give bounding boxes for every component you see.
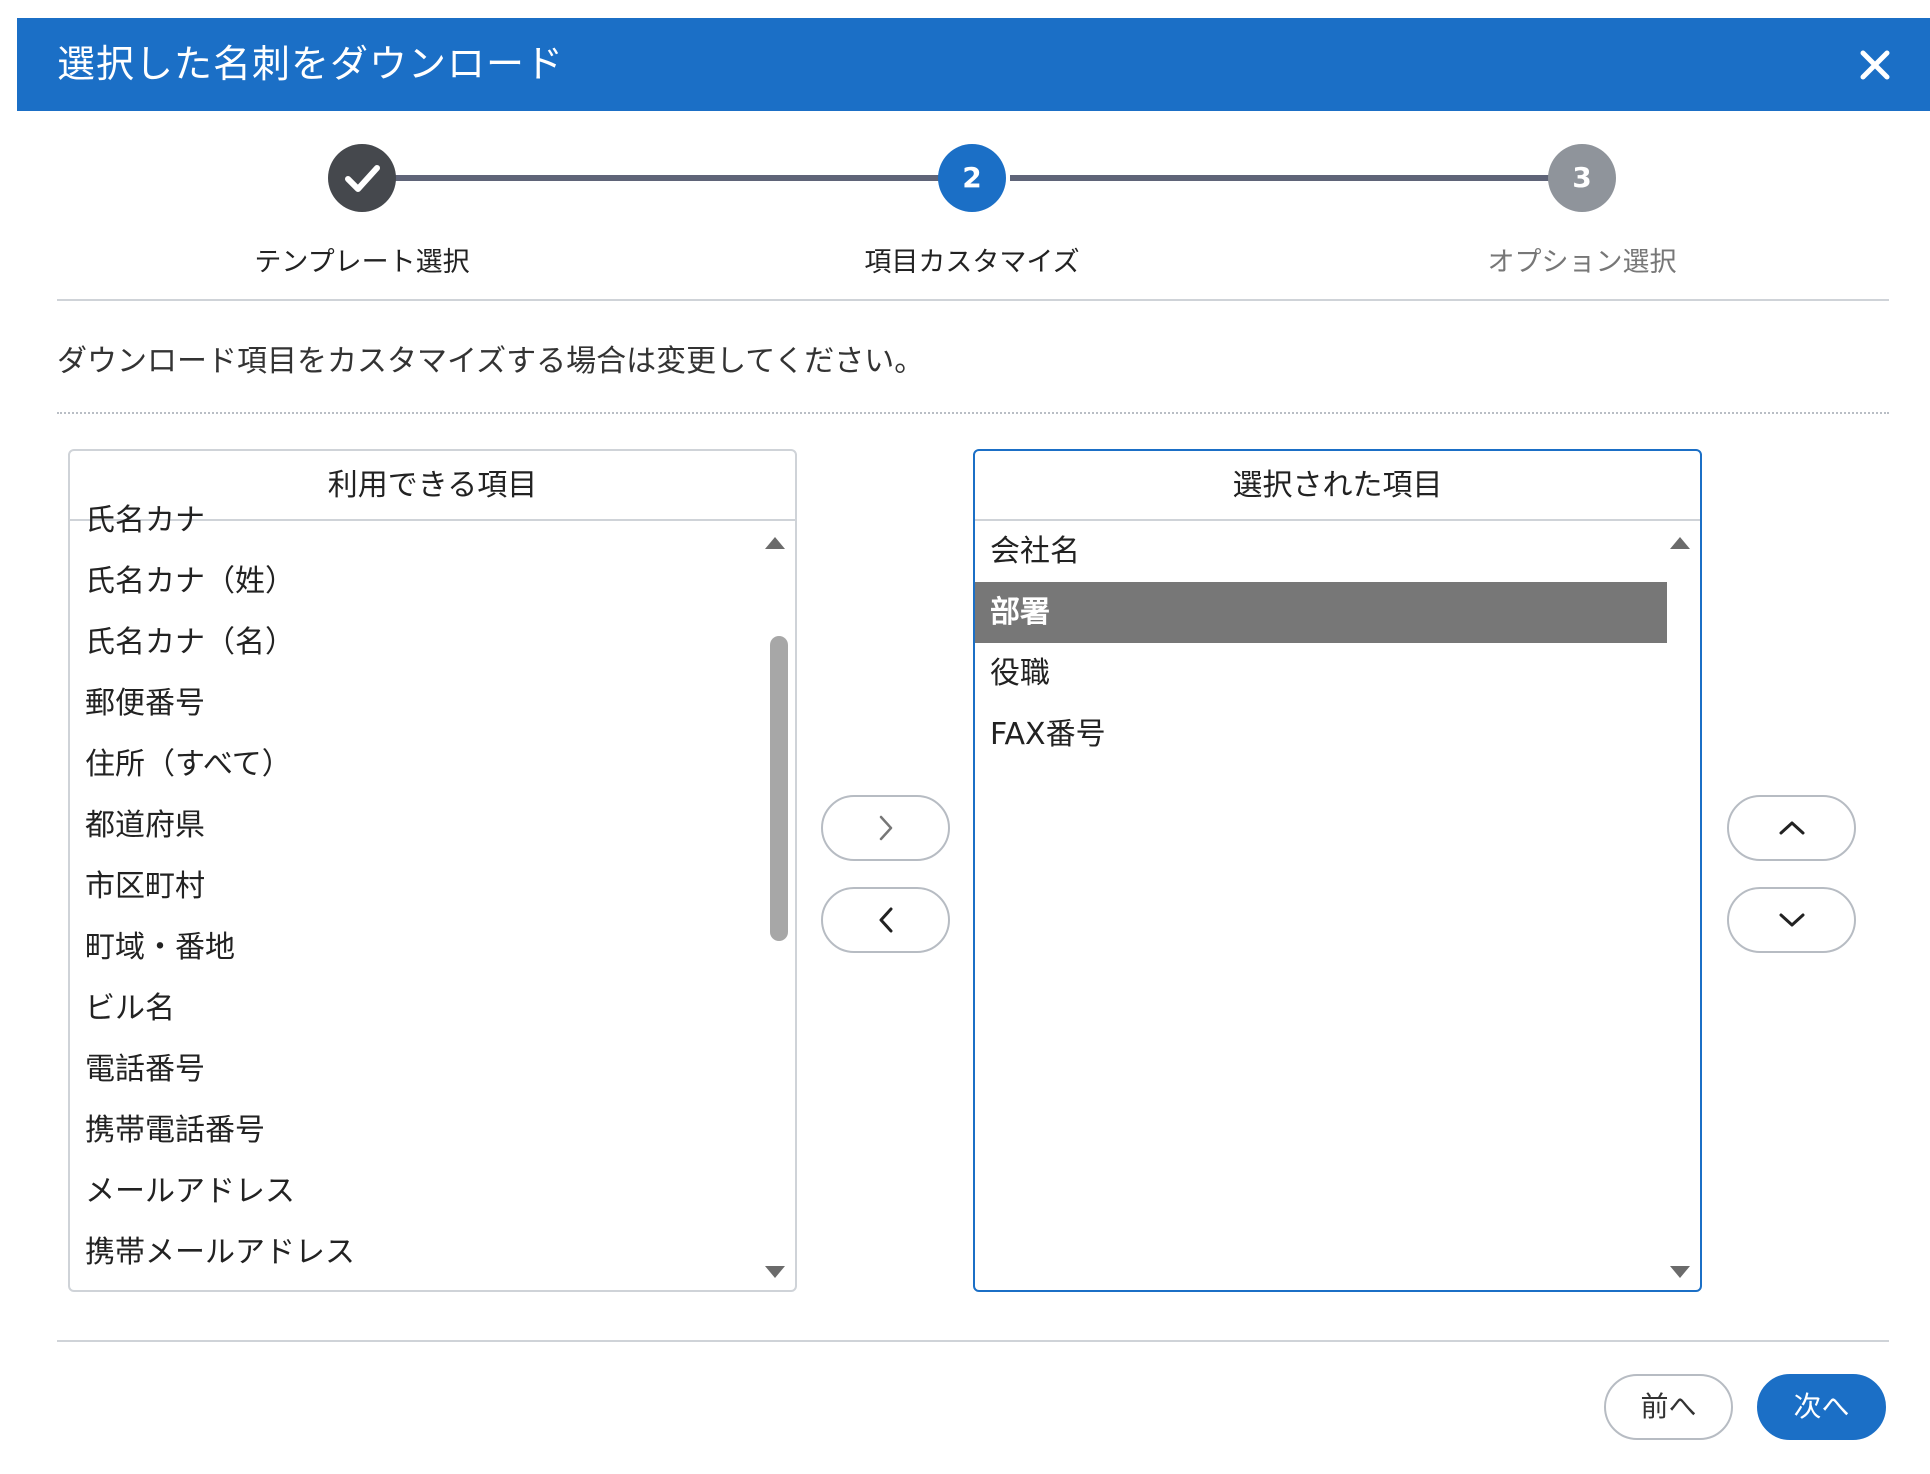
selected-items-title: 選択された項目 <box>975 451 1700 521</box>
scroll-up-arrow-icon[interactable] <box>765 537 785 549</box>
stepper-line-2 <box>1010 175 1560 181</box>
available-items: 氏名カナ 氏名カナ（姓） 氏名カナ（名） 郵便番号 住所（すべて） 都道府県 市… <box>70 506 795 1283</box>
list-item[interactable]: メールアドレス <box>70 1161 795 1222</box>
chevron-left-icon <box>879 907 892 933</box>
list-item[interactable]: 電話番号 <box>70 1039 795 1100</box>
step-3-marker: 3 <box>1548 144 1616 212</box>
list-item[interactable]: ビル名 <box>70 978 795 1039</box>
scroll-down-arrow-icon[interactable] <box>765 1266 785 1278</box>
list-item[interactable]: 氏名カナ（名） <box>70 612 795 673</box>
step-1-label: テンプレート選択 <box>254 247 470 278</box>
stepper-line-1 <box>395 175 945 181</box>
move-up-button[interactable] <box>1727 795 1856 861</box>
list-item[interactable]: 住所（すべて） <box>70 734 795 795</box>
list-item[interactable]: 郵便番号 <box>70 673 795 734</box>
list-item[interactable]: 氏名カナ（姓） <box>70 551 795 612</box>
dialog-header: 選択した名刺をダウンロード <box>17 18 1930 111</box>
prev-button[interactable]: 前へ <box>1604 1374 1733 1440</box>
dialog-title: 選択した名刺をダウンロード <box>57 42 565 86</box>
divider-dotted <box>57 412 1889 414</box>
move-right-button[interactable] <box>821 795 950 861</box>
selected-items-list[interactable]: 選択された項目 会社名 部署 役職 FAX番号 <box>973 449 1702 1292</box>
divider-bottom <box>57 1340 1889 1342</box>
step-1-marker <box>328 144 396 212</box>
move-down-button[interactable] <box>1727 887 1856 953</box>
list-item[interactable]: 携帯電話番号 <box>70 1100 795 1161</box>
instruction-text: ダウンロード項目をカスタマイズする場合は変更してください。 <box>57 344 925 379</box>
list-item[interactable]: 氏名カナ <box>70 506 795 551</box>
step-3-label: オプション選択 <box>1487 247 1677 278</box>
list-item[interactable]: 役職 <box>975 643 1700 704</box>
move-left-button[interactable] <box>821 887 950 953</box>
chevron-up-icon <box>1779 821 1804 835</box>
close-button[interactable] <box>1850 40 1900 90</box>
step-2-marker: 2 <box>938 144 1006 212</box>
list-item[interactable]: FAX番号 <box>975 704 1700 765</box>
scroll-down-arrow-icon[interactable] <box>1670 1266 1690 1278</box>
close-icon <box>1860 50 1890 80</box>
list-item[interactable]: 都道府県 <box>70 795 795 856</box>
list-item[interactable]: 町域・番地 <box>70 917 795 978</box>
scrollbar-thumb[interactable] <box>770 636 788 941</box>
step-2-label: 項目カスタマイズ <box>864 247 1080 278</box>
scroll-up-arrow-icon[interactable] <box>1670 537 1690 549</box>
chevron-right-icon <box>879 815 892 841</box>
list-item-selected[interactable]: 部署 <box>975 582 1667 643</box>
divider-top <box>57 299 1889 301</box>
list-item[interactable]: 市区町村 <box>70 856 795 917</box>
selected-items: 会社名 部署 役職 FAX番号 <box>975 521 1700 765</box>
list-item[interactable]: 携帯メールアドレス <box>70 1222 795 1283</box>
next-button[interactable]: 次へ <box>1757 1374 1886 1440</box>
chevron-down-icon <box>1779 913 1804 927</box>
available-items-list[interactable]: 利用できる項目 氏名カナ 氏名カナ（姓） 氏名カナ（名） 郵便番号 住所（すべて… <box>68 449 797 1292</box>
check-icon <box>345 165 380 192</box>
list-item[interactable]: 会社名 <box>975 521 1700 582</box>
